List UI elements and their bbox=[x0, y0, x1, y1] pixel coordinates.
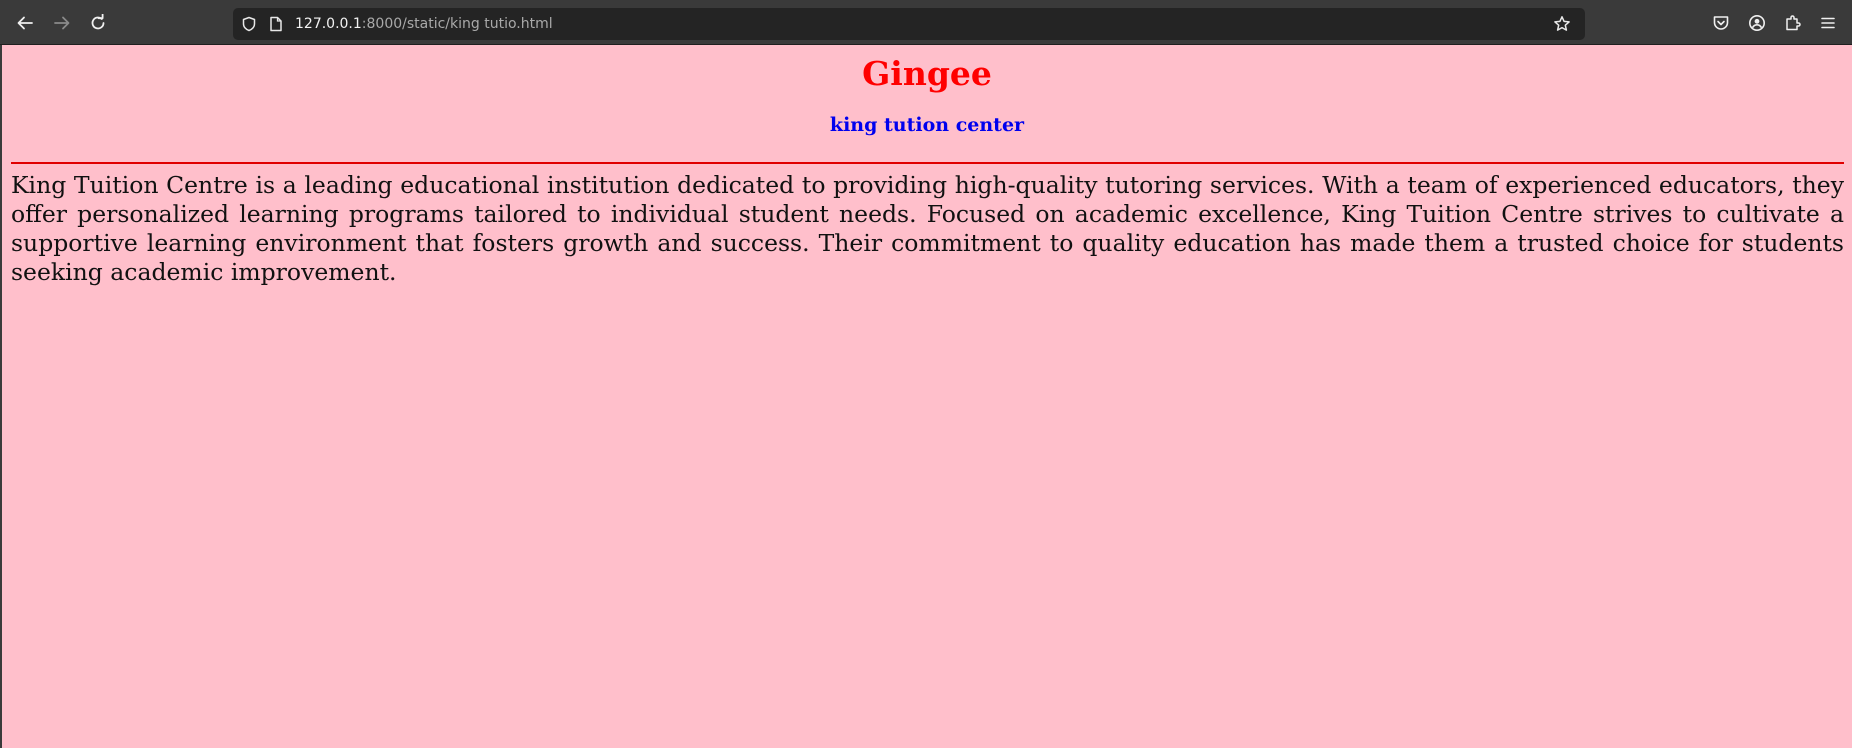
pocket-icon bbox=[1713, 16, 1729, 30]
page-content: Gingee king tution center King Tuition C… bbox=[2, 45, 1852, 748]
app-menu-button[interactable] bbox=[1816, 11, 1840, 35]
pocket-button[interactable] bbox=[1709, 11, 1733, 35]
browser-toolbar: 127.0.0.1:8000/static/king tutio.html bbox=[0, 0, 1852, 45]
account-button[interactable] bbox=[1745, 11, 1769, 35]
url-path: :8000/static/king tutio.html bbox=[361, 16, 553, 32]
page-title: Gingee bbox=[862, 54, 992, 93]
reload-button[interactable] bbox=[86, 11, 110, 35]
hamburger-menu-icon bbox=[1821, 17, 1835, 29]
arrow-left-icon bbox=[17, 16, 33, 30]
forward-button[interactable] bbox=[50, 11, 74, 35]
arrow-right-icon bbox=[54, 16, 70, 30]
divider bbox=[11, 162, 1844, 164]
account-icon bbox=[1749, 15, 1765, 31]
extensions-button[interactable] bbox=[1781, 11, 1805, 35]
page-icon bbox=[270, 16, 282, 32]
star-icon[interactable] bbox=[1553, 15, 1571, 33]
back-button[interactable] bbox=[13, 11, 37, 35]
reload-icon bbox=[91, 14, 105, 30]
shield-icon[interactable] bbox=[241, 16, 257, 32]
puzzle-icon bbox=[1786, 15, 1801, 31]
url-host: 127.0.0.1 bbox=[295, 16, 362, 32]
page-subtitle: king tution center bbox=[829, 114, 1025, 136]
description-paragraph: King Tuition Centre is a leading educati… bbox=[11, 171, 1844, 286]
url-text[interactable]: 127.0.0.1:8000/static/king tutio.html bbox=[295, 15, 553, 33]
address-bar[interactable]: 127.0.0.1:8000/static/king tutio.html bbox=[233, 8, 1585, 40]
